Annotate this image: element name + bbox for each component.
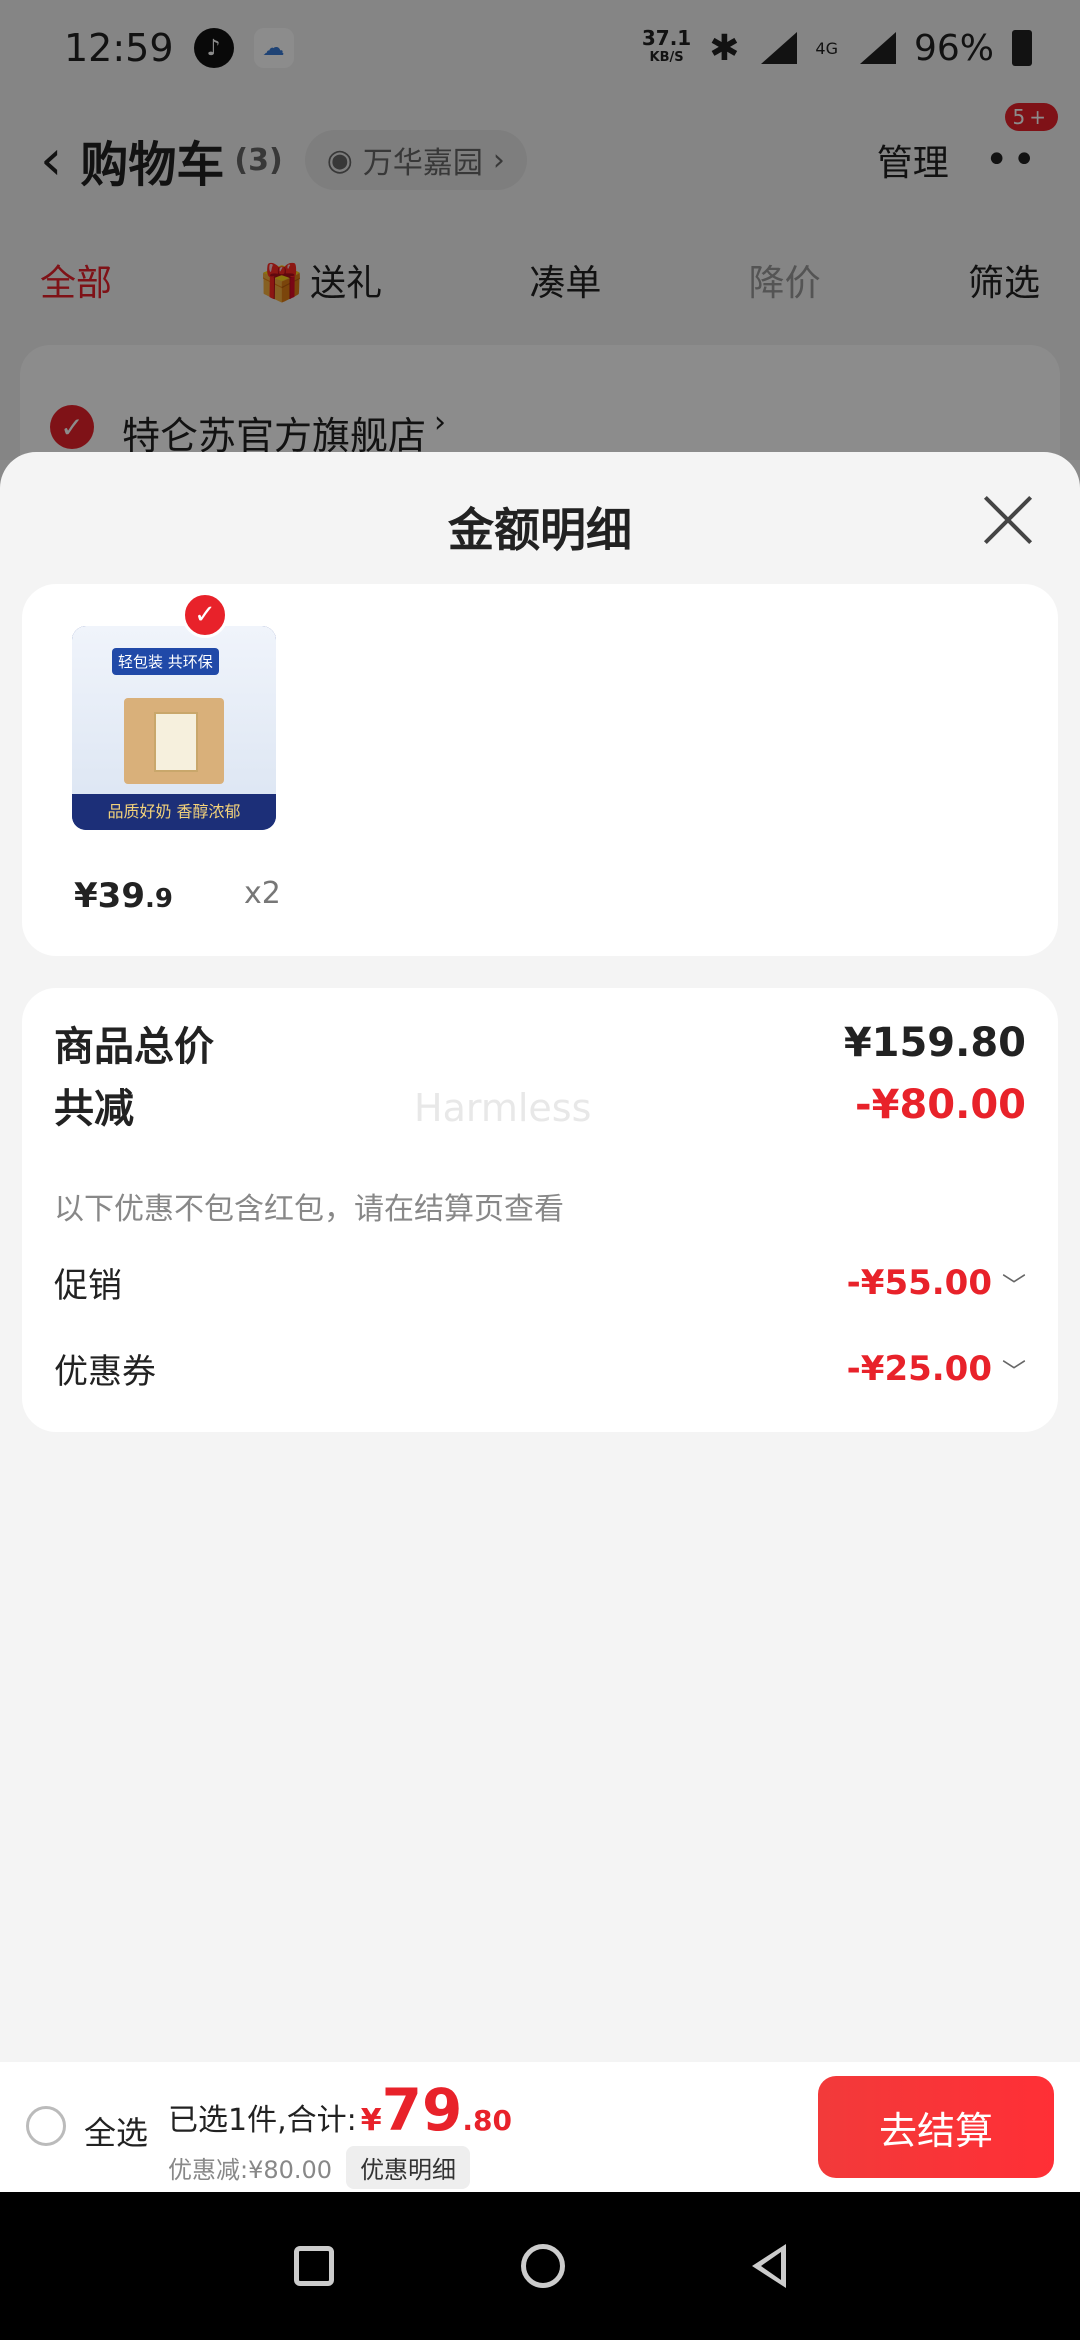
discount-text: 优惠减:¥80.00 [168, 2156, 333, 2184]
product-image-tag: 轻包装 共环保 [112, 648, 219, 675]
back-triangle-icon[interactable] [752, 2244, 787, 2288]
total-decimal: .80 [462, 2104, 512, 2137]
total-value: ¥159.80 [843, 1020, 1026, 1066]
total-integer: 79 [381, 2076, 463, 2144]
discount-detail-button[interactable]: 优惠明细 [346, 2146, 471, 2189]
product-quantity: x2 [244, 876, 281, 911]
home-icon[interactable] [520, 2244, 565, 2288]
coupon-label: 优惠券 [54, 1352, 156, 1392]
checkout-button[interactable]: 去结算 [818, 2076, 1054, 2178]
recent-apps-icon[interactable] [293, 2246, 334, 2286]
product-price: ¥39.9 [74, 876, 173, 916]
selected-total: 已选1件,合计: ¥ 79 .80 [168, 2076, 512, 2144]
selected-text: 已选1件,合计: [168, 2103, 357, 2138]
coupon-value: -¥25.00 [846, 1348, 992, 1389]
select-all-checkbox[interactable] [26, 2106, 66, 2146]
product-image-band: 品质好奶 香醇浓郁 [72, 794, 276, 830]
amount-detail-sheet: 金额明细 轻包装 共环保 品质好奶 香醇浓郁 ✓ ¥39.9 x2 Harmle… [0, 452, 1080, 2062]
system-nav-bar [0, 2192, 1080, 2340]
total-row: 商品总价 ¥159.80 [54, 1014, 1026, 1072]
sheet-title: 金额明细 [448, 503, 632, 557]
promo-value: -¥55.00 [846, 1262, 992, 1303]
discount-value: -¥80.00 [855, 1082, 1026, 1128]
promo-row[interactable]: 促销 -¥55.00 ﹀ [54, 1258, 1026, 1307]
total-label: 商品总价 [54, 1024, 214, 1070]
coupon-row[interactable]: 优惠券 -¥25.00 ﹀ [54, 1344, 1026, 1393]
total-currency: ¥ [360, 2103, 382, 2138]
checkout-bar: 全选 已选1件,合计: ¥ 79 .80 优惠减:¥80.00 优惠明细 去结算 [0, 2062, 1080, 2192]
chevron-down-icon[interactable]: ﹀ [1002, 1358, 1026, 1386]
product-image: 轻包装 共环保 品质好奶 香醇浓郁 [72, 626, 276, 830]
discount-label: 共减 [54, 1086, 134, 1132]
close-icon[interactable] [980, 492, 1036, 548]
select-all-label[interactable]: 全选 [84, 2108, 148, 2154]
discount-line: 优惠减:¥80.00 优惠明细 [168, 2146, 471, 2189]
product-card: 轻包装 共环保 品质好奶 香醇浓郁 ✓ ¥39.9 x2 [22, 584, 1058, 956]
overlay-dim[interactable] [0, 0, 1080, 460]
discount-row: 共减 -¥80.00 [54, 1076, 1026, 1134]
chevron-down-icon[interactable]: ﹀ [1002, 1272, 1026, 1300]
promo-label: 促销 [54, 1266, 122, 1306]
discount-note: 以下优惠不包含红包，请在结算页查看 [54, 1192, 564, 1227]
selected-check-icon: ✓ [182, 592, 228, 638]
price-summary-card: Harmless 商品总价 ¥159.80 共减 -¥80.00 以下优惠不包含… [22, 988, 1058, 1432]
